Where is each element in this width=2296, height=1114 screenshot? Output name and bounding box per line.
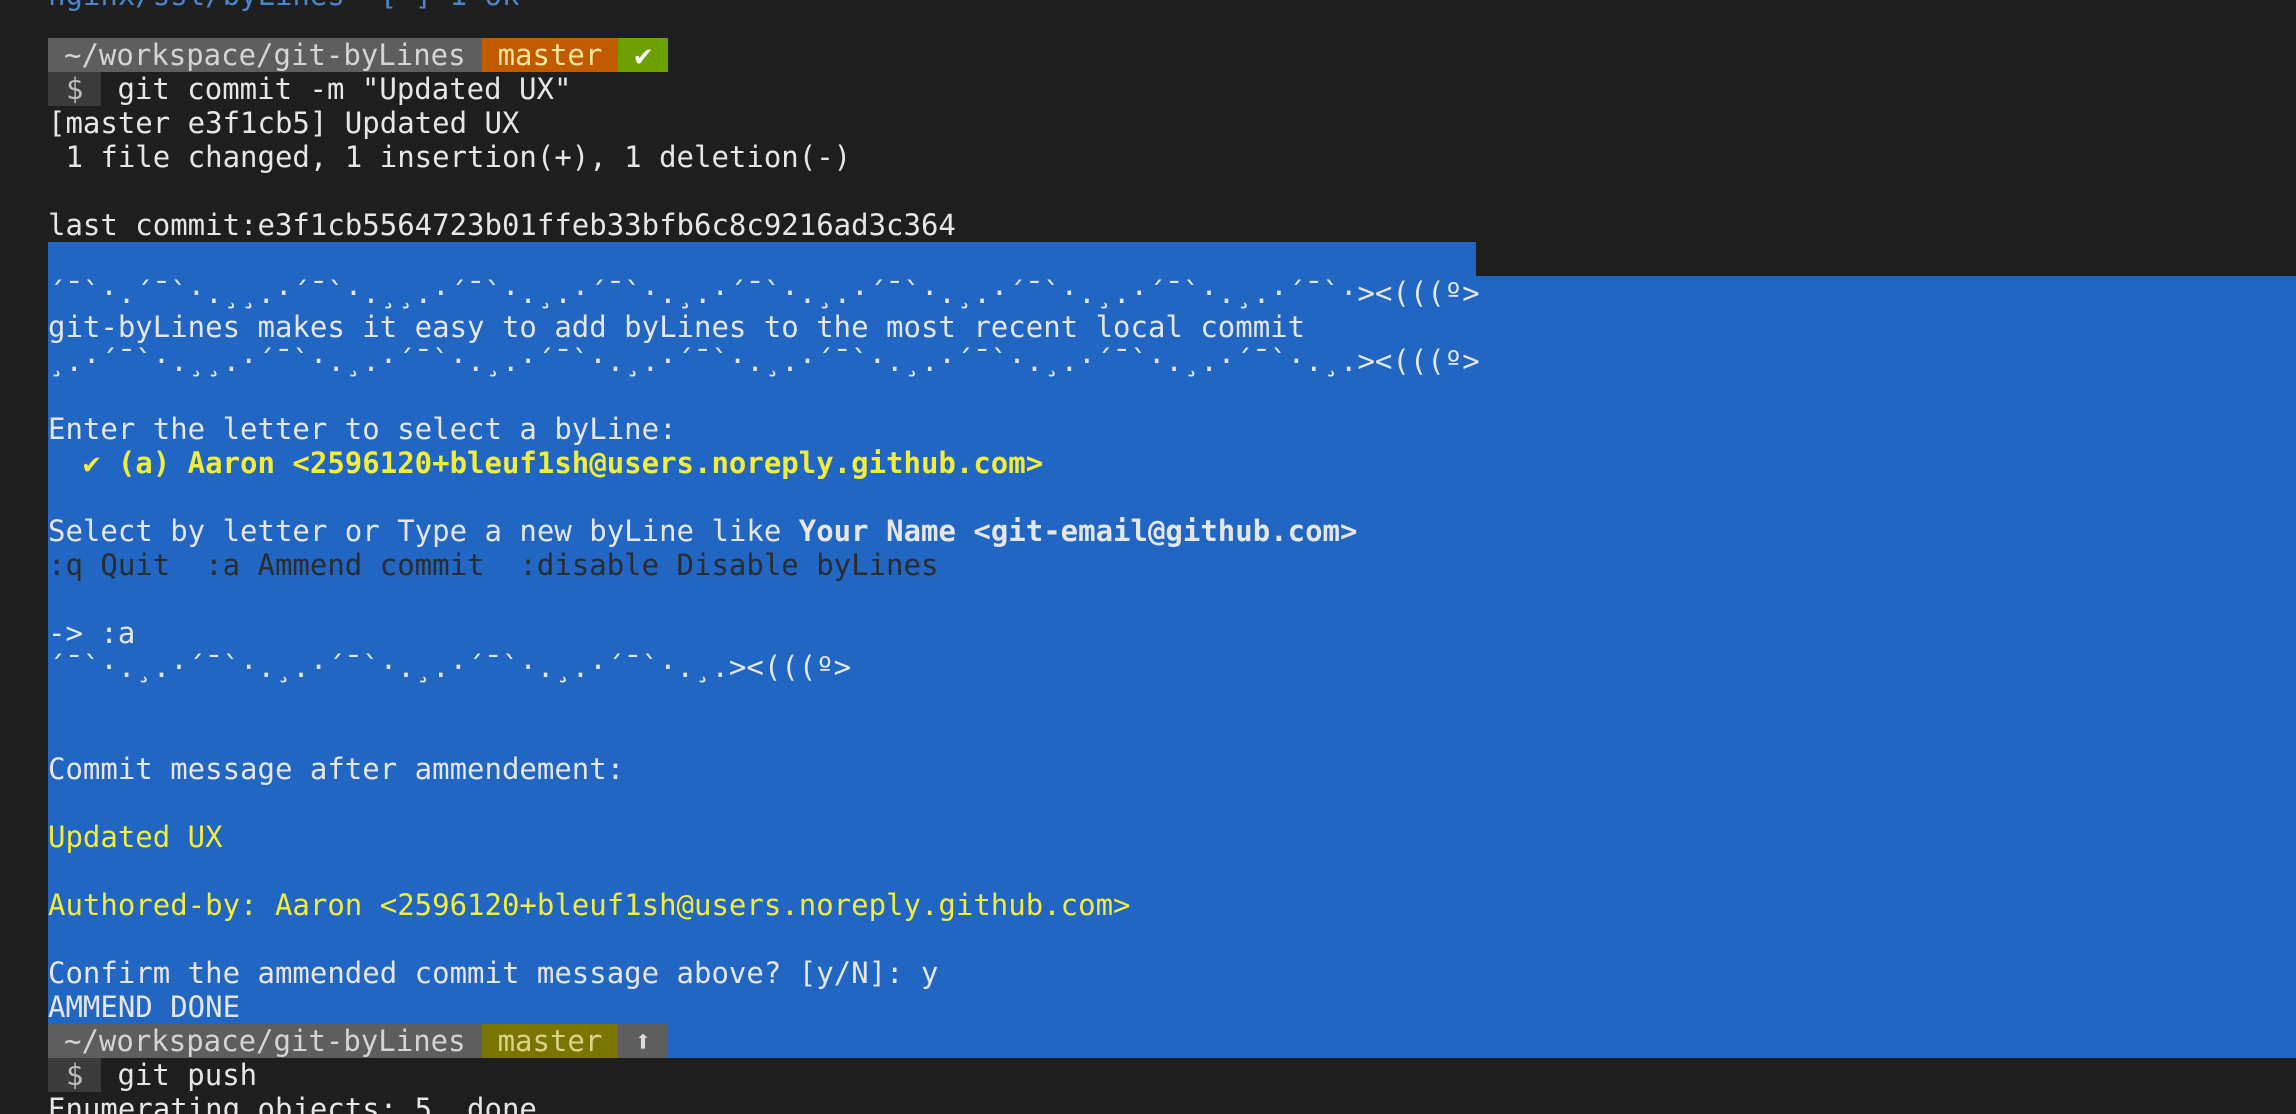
banner-top: ´¯`·.´¯`·.¸¸.·´¯`·.¸¸.·´¯`·.¸.·´¯`·.¸.·´… xyxy=(48,276,1480,310)
prompt-branch: master xyxy=(481,38,619,72)
banner-bottom: ¸.·´¯`·.¸¸.·´¯`·.¸.·´¯`·.¸.·´¯`·.¸.·´¯`·… xyxy=(48,344,1480,378)
type-hint: Select by letter or Type a new byLine li… xyxy=(48,514,1357,548)
prompt-branch: master xyxy=(481,1024,619,1058)
authored-by-line: Authored-by: Aaron <2596120+bleuf1sh@use… xyxy=(48,888,1131,922)
last-commit-line: last commit:e3f1cb5564723b01ffeb33bfb6c8… xyxy=(48,208,956,242)
prompt-dollar: $ xyxy=(48,1058,102,1092)
input-line[interactable]: -> :a xyxy=(48,616,135,650)
command-line: $ git commit -m "Updated UX" xyxy=(48,72,571,106)
commands-hint: :q Quit :a Ammend commit :disable Disabl… xyxy=(48,548,939,582)
arrow-up-icon: ⬆ xyxy=(618,1024,668,1058)
command-line: $ git push xyxy=(48,1058,257,1092)
type-hint-example: Your Name <git-email@github.com> xyxy=(798,514,1358,548)
selection-highlight xyxy=(48,242,1476,276)
terminal-window[interactable]: nginx/ssl/byLines [*] 1 ok ~/workspace/g… xyxy=(0,0,2296,1114)
command-text: git commit -m "Updated UX" xyxy=(117,72,572,106)
prompt-bar: ~/workspace/git-byLines master ⬆ xyxy=(48,1024,668,1058)
clipped-line: nginx/ssl/byLines [*] 1 ok xyxy=(48,0,519,12)
fish-line: ´¯`·.¸.·´¯`·.¸.·´¯`·.¸.·´¯`·.¸.·´¯`·.¸.>… xyxy=(48,650,852,684)
select-prompt: Enter the letter to select a byLine: xyxy=(48,412,677,446)
check-icon: ✔ xyxy=(618,38,668,72)
after-label: Commit message after ammendement: xyxy=(48,752,625,786)
prompt-bar: ~/workspace/git-byLines master ✔ xyxy=(48,38,668,72)
banner-title: git-byLines makes it easy to add byLines… xyxy=(48,310,1306,344)
type-hint-prefix: Select by letter or Type a new byLine li… xyxy=(48,514,799,548)
prompt-path: ~/workspace/git-byLines xyxy=(48,1024,482,1058)
confirm-line: Confirm the ammended commit message abov… xyxy=(48,956,939,990)
prompt-path: ~/workspace/git-byLines xyxy=(48,38,482,72)
command-text: git push xyxy=(117,1058,258,1092)
amended-message: Updated UX xyxy=(48,820,223,854)
byline-option-a[interactable]: ✔ (a) Aaron <2596120+bleuf1sh@users.nore… xyxy=(48,446,1043,480)
commit-output-line: [master e3f1cb5] Updated UX xyxy=(48,106,520,140)
commit-output-line: 1 file changed, 1 insertion(+), 1 deleti… xyxy=(48,140,852,174)
push-output-line: Enumerating objects: 5, done. xyxy=(48,1092,555,1114)
done-line: AMMEND DONE xyxy=(48,990,241,1024)
prompt-dollar: $ xyxy=(48,72,102,106)
